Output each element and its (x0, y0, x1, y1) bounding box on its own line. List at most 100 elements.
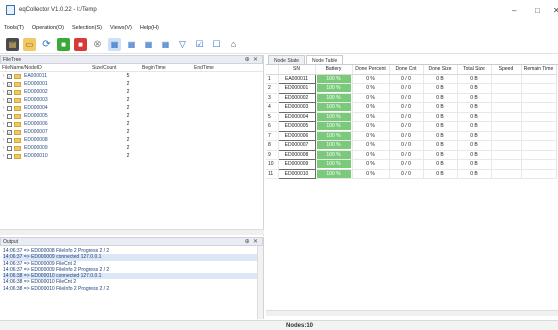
row-number: 4 (266, 102, 279, 113)
node-count-status: Nodes:10 (286, 323, 314, 329)
menu-help[interactable]: Help(H) (140, 25, 159, 31)
chevron-right-icon[interactable]: › (0, 113, 7, 119)
check-all-icon[interactable]: ☑ (193, 38, 206, 51)
table-row[interactable]: 8 ED000007 100 % 0 % 0 / 00 B0 B (266, 140, 557, 151)
chevron-right-icon[interactable]: › (0, 73, 7, 79)
table-row[interactable]: 5 ED000004 100 % 0 % 0 / 00 B0 B (266, 111, 557, 122)
close-button[interactable]: ✕ (553, 6, 558, 15)
checkbox[interactable]: ✓ (7, 129, 12, 135)
col-battery[interactable]: Battery (315, 65, 353, 75)
col-endtime[interactable]: EndTime (194, 65, 234, 71)
output-title: Output (3, 238, 19, 245)
tab-node-table[interactable]: Node Table (306, 55, 344, 64)
checkbox[interactable]: ✓ (7, 81, 12, 87)
col-total-size[interactable]: Total Size (457, 65, 492, 75)
col-done-cnt[interactable]: Done Cnt (389, 65, 424, 75)
table-row[interactable]: 10 ED000009 100 % 0 % 0 / 00 B0 B (266, 159, 557, 170)
tree-item[interactable]: › ✓ ED000007 2 (0, 128, 263, 136)
chevron-right-icon[interactable]: › (0, 137, 7, 143)
chevron-right-icon[interactable]: › (0, 129, 7, 135)
filter-icon[interactable]: ▽ (176, 38, 189, 51)
table-row[interactable]: 2 ED000001 100 % 0 % 0 / 00 B0 B (266, 83, 557, 94)
table-row[interactable]: 4 ED000003 100 % 0 % 0 / 00 B0 B (266, 102, 557, 113)
col-begintime[interactable]: BeginTime (142, 65, 194, 71)
grid-view-1-icon[interactable]: ▦ (108, 38, 121, 51)
checkbox[interactable] (7, 137, 12, 143)
checkbox[interactable] (7, 153, 12, 159)
tree-item[interactable]: › ✓ ED000001 2 (0, 80, 263, 88)
col-speed[interactable]: Speed (491, 65, 522, 75)
minimize-button[interactable]: – (512, 6, 516, 15)
maximize-button[interactable]: □ (535, 6, 540, 15)
tree-item[interactable]: › ED000006 2 (0, 120, 263, 128)
home-icon[interactable]: ⌂ (227, 38, 240, 51)
output-log: 14:06:37 => ED000008 FileInfo 2 Progress… (0, 246, 263, 294)
col-filename[interactable]: FileName/NodeID (2, 65, 92, 71)
close-icon[interactable]: ✕ (253, 239, 258, 245)
grid-view-4-icon[interactable]: ▦ (159, 38, 172, 51)
uncheck-all-icon[interactable]: ☐ (210, 38, 223, 51)
menu-tools[interactable]: Tools(T) (4, 25, 24, 31)
tree-item[interactable]: › ED000009 2 (0, 144, 263, 152)
refresh-icon[interactable]: ⟳ (40, 38, 53, 51)
menu-views[interactable]: Views(V) (110, 25, 132, 31)
chevron-right-icon[interactable]: › (0, 89, 7, 95)
table-row[interactable]: 1 EA000011 100 % 0 % 0 / 00 B0 B (266, 73, 557, 84)
cell-done-cnt: 0 / 0 (389, 102, 424, 113)
cancel-icon[interactable]: ⊗ (91, 38, 104, 51)
close-icon[interactable]: ✕ (253, 57, 258, 63)
open-folder-icon[interactable]: ▤ (6, 38, 19, 51)
checkbox[interactable] (7, 145, 12, 151)
tree-item[interactable]: › ✓ ED000002 2 (0, 88, 263, 96)
battery-bar: 100 % (316, 169, 351, 178)
checkbox[interactable]: ✓ (7, 97, 12, 103)
col-size[interactable]: Size/Count (92, 65, 142, 71)
tab-node-state[interactable]: Node State (268, 55, 306, 64)
folder-icon[interactable]: ▭ (23, 38, 36, 51)
pin-icon[interactable]: ⊕ (245, 239, 250, 245)
checkbox[interactable] (7, 105, 12, 111)
grid-view-3-icon[interactable]: ▦ (142, 38, 155, 51)
col-done-size[interactable]: Done Size (423, 65, 458, 75)
pin-icon[interactable]: ⊕ (245, 57, 250, 63)
chevron-right-icon[interactable]: › (0, 105, 7, 111)
vertical-scrollbar[interactable] (257, 246, 263, 319)
col-remain-time[interactable]: Remain Time (521, 65, 557, 75)
chevron-right-icon[interactable]: › (0, 153, 7, 159)
tree-item-count: 2 (126, 97, 130, 103)
chevron-right-icon[interactable]: › (0, 81, 7, 87)
checkbox[interactable]: ✓ (7, 73, 12, 79)
grid-view-2-icon[interactable]: ▦ (125, 38, 138, 51)
cell-done-size: 0 B (423, 112, 458, 122)
stop-icon[interactable]: ■ (74, 38, 87, 51)
start-icon[interactable]: ■ (57, 38, 70, 51)
tree-item[interactable]: › ED000005 2 (0, 112, 263, 120)
table-row[interactable]: 11 ED000010 100 % 0 % 0 / 00 B0 B (266, 168, 557, 179)
row-number: 7 (266, 131, 279, 141)
col-done-percent[interactable]: Done Percent (352, 65, 390, 75)
horizontal-scrollbar[interactable] (0, 229, 264, 235)
menu-selection[interactable]: Selection(S) (72, 25, 102, 31)
chevron-right-icon[interactable]: › (0, 121, 7, 127)
menu-operation[interactable]: Operation(O) (32, 25, 64, 31)
col-sn[interactable]: SN (278, 65, 316, 75)
chevron-right-icon[interactable]: › (0, 145, 7, 151)
table-row[interactable]: 7 ED000006 100 % 0 % 0 / 00 B0 B (266, 130, 557, 141)
tree-item[interactable]: › ✓ ED000003 2 (0, 96, 263, 104)
tree-item[interactable]: › ED000010 2 (0, 152, 263, 160)
horizontal-scrollbar[interactable] (266, 310, 558, 316)
checkbox[interactable] (7, 121, 12, 127)
table-row[interactable]: 9 ED000008 100 % 0 % 0 / 00 B0 B (266, 149, 557, 160)
cell-speed (491, 83, 522, 94)
checkbox[interactable] (7, 113, 12, 119)
checkbox[interactable]: ✓ (7, 89, 12, 95)
cell-remain-time (521, 83, 557, 94)
battery-bar: 100 % (316, 112, 351, 121)
tree-item[interactable]: › ✓ EA000011 5 (0, 72, 263, 80)
cell-done-cnt: 0 / 0 (389, 169, 424, 179)
table-row[interactable]: 6 ED000005 100 % 0 % 0 / 00 B0 B (266, 121, 557, 132)
table-row[interactable]: 3 ED000002 100 % 0 % 0 / 00 B0 B (266, 92, 557, 103)
tree-item[interactable]: › ED000008 2 (0, 136, 263, 144)
tree-item[interactable]: › ED000004 2 (0, 104, 263, 112)
chevron-right-icon[interactable]: › (0, 97, 7, 103)
